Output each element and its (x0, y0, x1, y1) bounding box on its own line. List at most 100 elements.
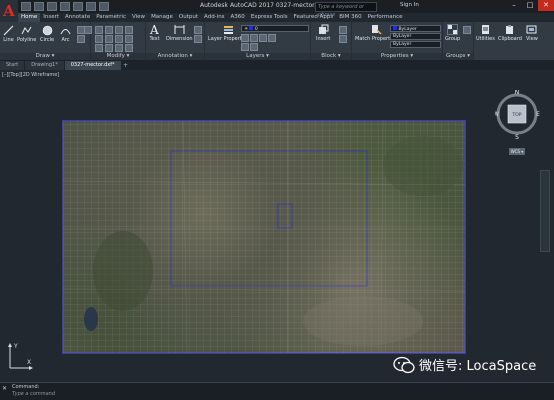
tab-a360[interactable]: A360 (228, 13, 248, 22)
color-dropdown[interactable]: ByLayer (390, 25, 441, 32)
ucs-y-label: Y (13, 343, 18, 350)
trim-icon[interactable] (115, 26, 123, 34)
line-icon (3, 25, 14, 36)
layer-previous-icon[interactable] (250, 43, 258, 51)
clipboard-tool[interactable]: Clipboard (498, 24, 522, 42)
annotation-panel-label[interactable]: Annotation ▾ (146, 53, 204, 60)
tab-add-ins[interactable]: Add-ins (201, 13, 228, 22)
new-file-icon[interactable] (21, 2, 31, 11)
layer-isolate-icon[interactable] (250, 34, 258, 42)
modify-panel-label[interactable]: Modify ▾ (91, 53, 145, 60)
compass-west[interactable]: W (495, 111, 499, 118)
viewcube-top-face[interactable]: TOP (511, 112, 521, 118)
stretch-icon[interactable] (95, 44, 103, 52)
tab-home[interactable]: Home (18, 13, 41, 22)
tab-bim-360[interactable]: BIM 360 (336, 13, 364, 22)
ungroup-icon[interactable] (463, 26, 471, 34)
tab-performance[interactable]: Performance (365, 13, 406, 22)
arc-icon (60, 29, 71, 35)
scale-icon[interactable] (105, 44, 113, 52)
layer-off-icon[interactable] (241, 34, 249, 42)
rotate-icon[interactable] (105, 26, 113, 34)
draw-panel-label[interactable]: Draw ▾ (0, 53, 90, 60)
compass-east[interactable]: E (536, 111, 540, 118)
file-tab-start[interactable]: Start (0, 61, 25, 70)
line-tool[interactable]: Line (3, 25, 14, 43)
save-icon[interactable] (47, 2, 57, 11)
tab-featured-apps[interactable]: Featured Apps (291, 13, 337, 22)
text-tool[interactable]: A Text (149, 24, 160, 42)
insert-tool[interactable]: Insert (316, 24, 330, 42)
compass-north[interactable]: N (515, 90, 520, 96)
layer-lock-icon[interactable] (268, 34, 276, 42)
tab-annotate[interactable]: Annotate (62, 13, 93, 22)
lineweight-dropdown[interactable]: ByLayer (390, 33, 441, 40)
dimension-tool[interactable]: Dimension (166, 24, 193, 42)
groups-panel-label[interactable]: Groups ▾ (443, 53, 473, 60)
tab-output[interactable]: Output (176, 13, 201, 22)
layer-dropdown[interactable]: ☀ 0 (241, 25, 309, 32)
properties-panel-label[interactable]: Properties ▾ (352, 53, 442, 60)
command-input[interactable]: Type a command (12, 391, 212, 398)
layer-match-icon[interactable] (241, 43, 249, 51)
autocad-logo-icon[interactable]: A (0, 0, 18, 22)
hatch-icon[interactable] (77, 35, 85, 43)
new-tab-plus-icon[interactable]: + (122, 61, 130, 70)
wcs-menu[interactable]: WCS ▾ (511, 149, 524, 154)
linetype-dropdown[interactable]: ByLayer (390, 41, 441, 48)
explode-icon[interactable] (125, 35, 133, 43)
watermark-text: 微信号: LocaSpace (419, 359, 537, 374)
fillet-icon[interactable] (115, 35, 123, 43)
table-icon[interactable] (194, 35, 202, 43)
sign-in-button[interactable]: Sign In (400, 2, 419, 8)
view-tool[interactable]: View (526, 24, 538, 42)
ucs-icon[interactable]: Y X (6, 340, 34, 372)
tab-insert[interactable]: Insert (40, 13, 62, 22)
leader-icon[interactable] (194, 26, 202, 34)
circle-tool[interactable]: Circle (40, 25, 54, 43)
redo-icon[interactable] (99, 2, 109, 11)
layer-freeze-icon[interactable] (259, 34, 267, 42)
compass-south[interactable]: S (515, 134, 519, 141)
group-tool[interactable]: Group (445, 24, 460, 42)
erase-icon[interactable] (125, 26, 133, 34)
copy-icon[interactable] (95, 35, 103, 43)
layer-properties-icon (223, 26, 233, 34)
tab-view[interactable]: View (129, 13, 148, 22)
navigation-bar[interactable] (540, 170, 550, 252)
arc-tool[interactable]: Arc (60, 25, 71, 43)
mirror-icon[interactable] (105, 35, 113, 43)
viewcube[interactable]: TOP N S W E WCS ▾ (495, 90, 540, 162)
move-icon[interactable] (95, 26, 103, 34)
offset-icon[interactable] (125, 44, 133, 52)
tab-express-tools[interactable]: Express Tools (248, 13, 291, 22)
ribbon-tabs: Home Insert Annotate Parametric View Man… (18, 13, 405, 22)
polyline-icon (21, 26, 32, 35)
maximize-button[interactable]: □ (522, 0, 538, 11)
plot-icon[interactable] (73, 2, 83, 11)
edit-block-icon[interactable] (339, 35, 347, 43)
tab-manage[interactable]: Manage (148, 13, 176, 22)
close-command-icon[interactable]: ✕ (2, 385, 7, 392)
search-input[interactable]: Type a keyword or phrase (315, 2, 377, 18)
drawing-viewport[interactable]: [–][Top][2D Wireframe] TOP N S W E WCS ▾ (0, 70, 554, 382)
match-properties-icon (371, 25, 382, 35)
file-tab-mector[interactable]: 0327-mector.dxf* (64, 61, 121, 70)
create-block-icon[interactable] (339, 26, 347, 34)
clipboard-icon (506, 25, 514, 34)
tab-parametric[interactable]: Parametric (93, 13, 129, 22)
viewport-controls-label[interactable]: [–][Top][2D Wireframe] (2, 72, 59, 78)
layers-panel-label[interactable]: Layers ▾ (205, 53, 310, 60)
minimize-button[interactable]: – (506, 0, 522, 11)
open-file-icon[interactable] (34, 2, 44, 11)
save-as-icon[interactable] (60, 2, 70, 11)
block-panel-label[interactable]: Block ▾ (311, 53, 351, 60)
ucs-x-label: X (27, 359, 31, 366)
utilities-icon (481, 25, 489, 34)
array-icon[interactable] (115, 44, 123, 52)
utilities-tool[interactable]: Utilities (476, 24, 495, 42)
file-tab-drawing1[interactable]: Drawing1* (25, 61, 64, 70)
close-button[interactable]: ✕ (538, 0, 554, 11)
polyline-tool[interactable]: Polyline (17, 25, 36, 43)
undo-icon[interactable] (86, 2, 96, 11)
